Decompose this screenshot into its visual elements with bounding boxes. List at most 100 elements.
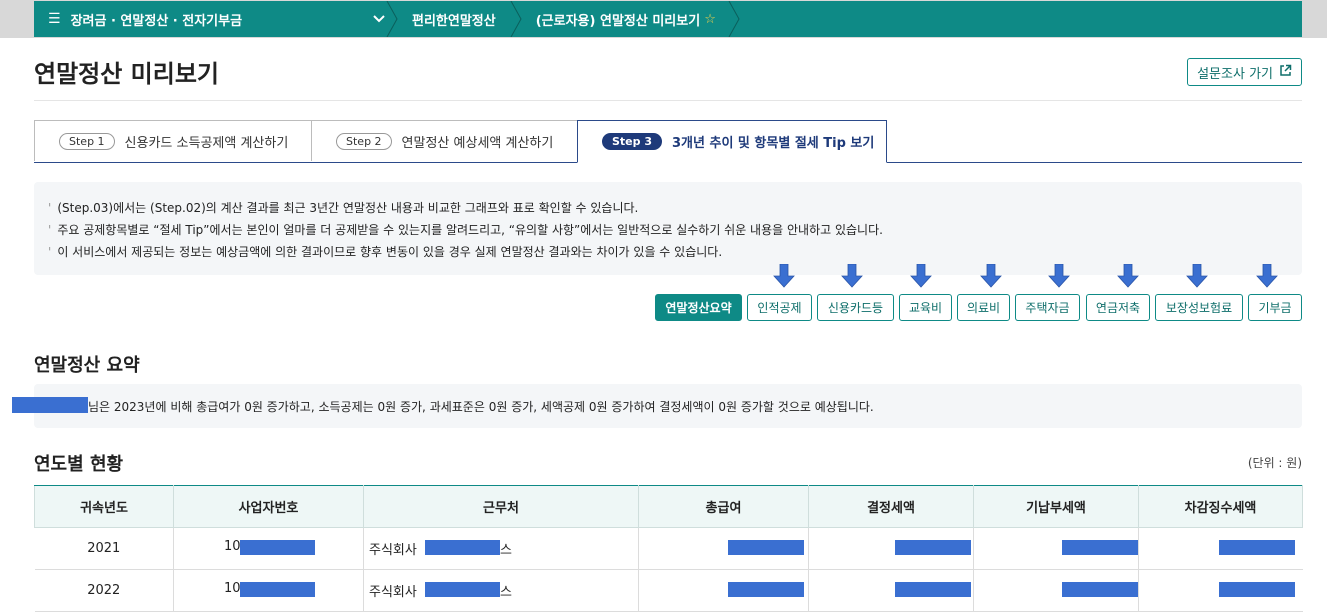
top-nav: ☰ 장려금 · 연말정산 · 전자기부금 편리한연말정산 (근로자용) 연말정산… <box>34 1 1302 37</box>
biz-number-cell: 10 <box>173 527 364 570</box>
redacted-company <box>425 540 500 555</box>
favorite-star-icon[interactable]: ☆ <box>704 12 716 27</box>
quick-btn-medical[interactable]: 의료비 <box>957 294 1010 321</box>
redacted-name <box>12 397 88 413</box>
year-cell: 2021 <box>34 527 174 570</box>
redacted-value <box>1219 582 1295 597</box>
biz-prefix: 10 <box>224 539 241 554</box>
total-pay-cell <box>638 569 809 612</box>
balance-tax-cell <box>1138 569 1303 612</box>
tab-step-1[interactable]: Step 1 신용카드 소득공제액 계산하기 <box>34 120 312 161</box>
info-box: ' (Step.03)에서는 (Step.02)의 계산 결과를 최근 3년간 연… <box>34 182 1302 275</box>
redacted-value <box>1219 540 1295 555</box>
summary-text: 님은 2023년에 비해 총급여가 0원 증가하고, 소득공제는 0원 증가, … <box>88 400 874 414</box>
survey-button[interactable]: 설문조사 가기 <box>1187 58 1302 86</box>
company-prefix: 주식회사 <box>369 585 417 600</box>
company-suffix: 스 <box>500 585 512 600</box>
survey-button-label: 설문조사 가기 <box>1197 66 1273 82</box>
step-pill: Step 3 <box>602 133 662 150</box>
tab-step-3[interactable]: Step 3 3개년 추이 및 항목별 절세 Tip 보기 <box>577 120 887 163</box>
info-line: ' (Step.03)에서는 (Step.02)의 계산 결과를 최근 3년간 연… <box>48 197 1302 219</box>
breadcrumb-separator-icon <box>510 1 522 37</box>
breadcrumb-item-2[interactable]: (근로자용) 연말정산 미리보기 ☆ <box>510 1 740 37</box>
table-row: 2021 10 주식회사 스 <box>34 527 1303 570</box>
step-pill: Step 2 <box>336 132 392 150</box>
page-title: 연말정산 미리보기 <box>34 60 219 88</box>
breadcrumb-item-1[interactable]: 편리한연말정산 <box>386 1 514 37</box>
company-cell: 주식회사 스 <box>363 527 639 570</box>
bullet-icon: ' <box>48 201 52 215</box>
quick-btn-insurance[interactable]: 보장성보험료 <box>1155 294 1243 321</box>
tab-label: 연말정산 예상세액 계산하기 <box>401 135 554 151</box>
breadcrumb-separator-icon <box>386 1 398 37</box>
redacted-value <box>895 582 971 597</box>
down-arrow-icon <box>841 264 863 288</box>
summary-heading: 연말정산 요약 <box>34 355 140 376</box>
quick-btn-housing[interactable]: 주택자금 <box>1015 294 1080 321</box>
redacted-value <box>728 540 804 555</box>
redacted-company <box>425 582 500 597</box>
down-arrow-icon <box>1117 264 1139 288</box>
quick-btn-education[interactable]: 교육비 <box>899 294 952 321</box>
quick-btn-summary[interactable]: 연말정산요약 <box>655 294 742 321</box>
final-tax-cell <box>808 569 974 612</box>
info-text: 주요 공제항목별로 “절세 Tip”에서는 본인이 얼마를 더 공제받을 수 있… <box>57 223 883 237</box>
yearly-heading: 연도별 현황 <box>34 454 124 475</box>
year-cell: 2022 <box>34 569 174 612</box>
nav-menu-button[interactable]: ☰ 장려금 · 연말정산 · 전자기부금 <box>34 10 368 29</box>
redacted-value <box>1062 582 1138 597</box>
prepaid-tax-cell <box>973 527 1139 570</box>
biz-prefix: 10 <box>224 581 241 596</box>
table-row: 2022 10 주식회사 스 <box>34 569 1303 612</box>
unit-label: (단위 : 원) <box>1247 456 1302 470</box>
prepaid-tax-cell <box>973 569 1139 612</box>
table-header-row: 귀속년도 사업자번호 근무처 총급여 결정세액 기납부세액 차감징수세액 <box>34 485 1303 528</box>
info-line: ' 이 서비스에서 제공되는 정보는 예상금액에 의한 결과이므로 향후 변동이 … <box>48 241 1302 263</box>
biz-number-cell: 10 <box>173 569 364 612</box>
quick-btn-credit-card[interactable]: 신용카드등 <box>817 294 894 321</box>
redacted-value <box>895 540 971 555</box>
company-cell: 주식회사 스 <box>363 569 639 612</box>
bullet-icon: ' <box>48 223 52 237</box>
info-text: (Step.03)에서는 (Step.02)의 계산 결과를 최근 3년간 연말… <box>57 201 639 215</box>
column-header: 결정세액 <box>808 485 974 528</box>
tab-label: 3개년 추이 및 항목별 절세 Tip 보기 <box>672 136 875 151</box>
title-divider <box>34 100 1302 101</box>
company-prefix: 주식회사 <box>369 543 417 558</box>
down-arrow-icon <box>1256 264 1278 288</box>
info-line: ' 주요 공제항목별로 “절세 Tip”에서는 본인이 얼마를 더 공제받을 수 … <box>48 219 1302 241</box>
down-arrow-icon <box>980 264 1002 288</box>
down-arrow-icon <box>1186 264 1208 288</box>
breadcrumb-label-1: 편리한연말정산 <box>412 13 496 29</box>
step-tabs: Step 1 신용카드 소득공제액 계산하기 Step 2 연말정산 예상세액 … <box>34 120 1302 163</box>
nav-menu-label: 장려금 · 연말정산 · 전자기부금 <box>70 13 243 29</box>
column-header: 사업자번호 <box>173 485 364 528</box>
yearly-table: 귀속년도 사업자번호 근무처 총급여 결정세액 기납부세액 차감징수세액 202… <box>34 485 1303 612</box>
external-link-icon <box>1279 64 1292 80</box>
balance-tax-cell <box>1138 527 1303 570</box>
breadcrumb-label-2: (근로자용) 연말정산 미리보기 <box>535 13 701 29</box>
company-suffix: 스 <box>500 543 512 558</box>
column-header: 귀속년도 <box>34 485 174 528</box>
down-arrow-icon <box>773 264 795 288</box>
redacted-biz-number <box>240 582 315 597</box>
step-pill: Step 1 <box>59 132 115 150</box>
info-text: 이 서비스에서 제공되는 정보는 예상금액에 의한 결과이므로 향후 변동이 있… <box>57 245 723 259</box>
quick-btn-pension[interactable]: 연금저축 <box>1086 294 1150 321</box>
redacted-value <box>1062 540 1138 555</box>
column-header: 차감징수세액 <box>1138 485 1303 528</box>
redacted-biz-number <box>240 540 315 555</box>
column-header: 총급여 <box>638 485 809 528</box>
tab-label: 신용카드 소득공제액 계산하기 <box>124 135 289 151</box>
final-tax-cell <box>808 527 974 570</box>
quick-btn-personal[interactable]: 인적공제 <box>747 294 812 321</box>
quick-btn-donation[interactable]: 기부금 <box>1248 294 1302 321</box>
redacted-value <box>728 582 804 597</box>
column-header: 기납부세액 <box>973 485 1139 528</box>
breadcrumb-separator-icon <box>728 1 740 37</box>
total-pay-cell <box>638 527 809 570</box>
bullet-icon: ' <box>48 245 52 259</box>
tab-step-2[interactable]: Step 2 연말정산 예상세액 계산하기 <box>311 120 578 161</box>
hamburger-icon: ☰ <box>48 11 61 27</box>
column-header: 근무처 <box>363 485 639 528</box>
